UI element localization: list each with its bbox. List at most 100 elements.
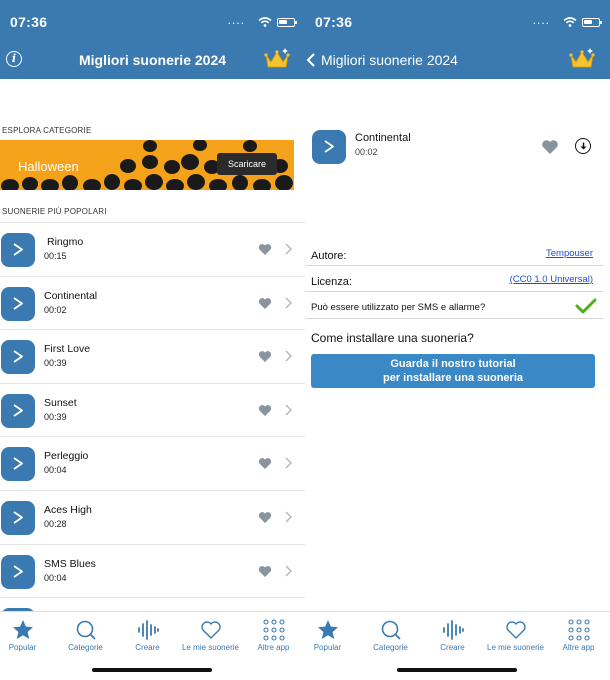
tutorial-button[interactable]: Guarda il nostro tutorial per installare… bbox=[311, 354, 595, 388]
ringtone-row[interactable]: Aces High 00:28 bbox=[0, 489, 305, 544]
tab-my-ringtones[interactable]: Le mie suonerie bbox=[180, 616, 241, 660]
ringtone-duration: 00:39 bbox=[44, 411, 67, 422]
play-button[interactable] bbox=[1, 233, 35, 267]
tab-bar: Popular Categorie Creare Le mie suonerie… bbox=[0, 611, 305, 680]
heart-icon[interactable] bbox=[258, 511, 272, 524]
ringtone-row[interactable]: Continental 00:02 bbox=[0, 275, 305, 330]
ringtone-title: Aces High bbox=[44, 503, 92, 516]
ringtone-duration: 00:15 bbox=[44, 251, 67, 261]
tab-create[interactable]: Creare bbox=[117, 616, 178, 660]
signal-dots: .... bbox=[532, 13, 550, 27]
tutorial-line-2: per installare una suoneria bbox=[383, 372, 523, 384]
tab-other-apps[interactable]: Altre app bbox=[243, 616, 304, 660]
play-button[interactable] bbox=[1, 447, 35, 482]
star-icon bbox=[12, 620, 33, 639]
ringtone-title: Ringmo bbox=[47, 236, 84, 248]
banner-title: Halloween bbox=[18, 159, 79, 174]
search-icon bbox=[76, 620, 96, 640]
checkmark-icon bbox=[575, 298, 597, 314]
heart-icon[interactable] bbox=[541, 139, 559, 155]
search-icon bbox=[381, 620, 401, 640]
tab-label: Le mie suonerie bbox=[182, 643, 239, 652]
crown-icon[interactable] bbox=[568, 46, 596, 70]
heart-icon[interactable] bbox=[258, 243, 272, 256]
tab-label: Altre app bbox=[257, 643, 290, 652]
heart-icon[interactable] bbox=[258, 404, 272, 417]
tab-create[interactable]: Creare bbox=[422, 616, 483, 660]
popular-ringtones-label: SUONERIE PIÙ POPOLARI bbox=[2, 207, 107, 216]
play-button[interactable] bbox=[1, 500, 35, 535]
play-icon bbox=[324, 140, 334, 153]
heart-icon[interactable] bbox=[258, 297, 272, 310]
ringtone-title: Continental bbox=[355, 132, 411, 144]
play-button[interactable] bbox=[1, 340, 35, 375]
author-link[interactable]: Tempouser bbox=[546, 248, 593, 259]
install-question: Come installare una suoneria? bbox=[311, 331, 474, 345]
top-bar: 07:36 .... i Migliori suonerie 2024 bbox=[0, 0, 305, 79]
ringtone-title: Continental bbox=[44, 289, 98, 302]
play-button[interactable] bbox=[1, 393, 35, 428]
home-indicator bbox=[397, 668, 517, 672]
signal-dots: .... bbox=[227, 13, 245, 27]
page-title: Migliori suonerie 2024 bbox=[78, 52, 227, 68]
battery-icon bbox=[582, 18, 602, 27]
chevron-right-icon bbox=[285, 457, 292, 469]
wifi-icon bbox=[563, 17, 577, 27]
ringtone-title: SMS Blues bbox=[44, 557, 96, 570]
page-title: Migliori suonerie 2024 bbox=[321, 52, 458, 68]
tab-label: Creare bbox=[135, 643, 160, 652]
ringtone-list: Ringmo 00:15 Continental 00:02 First Lov… bbox=[0, 222, 305, 651]
tab-other-apps[interactable]: Altre app bbox=[548, 616, 609, 660]
tab-popular[interactable]: Popular bbox=[0, 616, 53, 660]
tab-label: Popular bbox=[313, 643, 342, 652]
chevron-right-icon bbox=[285, 511, 292, 523]
status-time: 07:36 bbox=[315, 14, 353, 30]
author-label: Autore: bbox=[311, 250, 347, 262]
ringtone-row[interactable]: Ringmo 00:15 bbox=[0, 222, 305, 276]
ringtone-row[interactable]: First Love 00:39 bbox=[0, 329, 305, 383]
license-link[interactable]: (CC0 1.0 Universal) bbox=[510, 274, 593, 285]
play-icon bbox=[13, 350, 23, 363]
play-icon bbox=[13, 564, 23, 578]
ringtone-row[interactable]: Sunset 00:39 bbox=[0, 382, 305, 437]
play-button[interactable] bbox=[1, 286, 35, 321]
ringtone-row[interactable]: SMS Blues 00:04 bbox=[0, 543, 305, 598]
wifi-icon bbox=[258, 17, 272, 27]
play-icon bbox=[13, 511, 23, 524]
explore-categories-label: ESPLORA CATEGORIE bbox=[2, 126, 92, 135]
ringtone-title: Perleggio bbox=[44, 450, 89, 463]
tab-categories[interactable]: Categorie bbox=[55, 616, 116, 660]
download-icon[interactable] bbox=[575, 138, 591, 154]
grid-dots-icon bbox=[567, 619, 590, 641]
halloween-banner[interactable]: Halloween Scaricare bbox=[0, 140, 294, 190]
battery-icon bbox=[277, 18, 297, 27]
tab-label: Le mie suonerie bbox=[487, 643, 544, 652]
chevron-right-icon bbox=[285, 565, 292, 577]
ringtone-row[interactable]: Perleggio 00:04 bbox=[0, 436, 305, 490]
license-row: Licenza: (CC0 1.0 Universal) bbox=[305, 266, 603, 292]
tab-popular[interactable]: Popular bbox=[305, 616, 358, 660]
ringtone-title: First Love bbox=[44, 343, 91, 356]
tab-categories[interactable]: Categorie bbox=[360, 616, 421, 660]
top-bar: 07:36 .... Migliori suonerie 2024 bbox=[305, 0, 610, 79]
chevron-right-icon bbox=[285, 404, 292, 416]
ringtone-duration: 00:39 bbox=[44, 358, 67, 369]
tab-my-ringtones[interactable]: Le mie suonerie bbox=[485, 616, 546, 660]
tutorial-line-1: Guarda il nostro tutorial bbox=[390, 358, 516, 370]
play-icon bbox=[13, 296, 23, 310]
play-icon bbox=[13, 243, 23, 256]
home-indicator bbox=[92, 668, 212, 672]
heart-icon[interactable] bbox=[258, 350, 272, 363]
popular-screen: 07:36 .... i Migliori suonerie 2024 ESPL… bbox=[0, 0, 305, 680]
chevron-left-icon[interactable] bbox=[305, 52, 319, 68]
tab-bar: Popular Categorie Creare Le mie suonerie… bbox=[305, 611, 610, 680]
tab-label: Categorie bbox=[68, 643, 103, 652]
play-button[interactable] bbox=[1, 554, 35, 589]
heart-icon[interactable] bbox=[258, 565, 272, 578]
waveform-icon bbox=[137, 620, 159, 640]
star-icon bbox=[317, 620, 338, 639]
heart-icon[interactable] bbox=[258, 457, 272, 470]
download-button[interactable]: Scaricare bbox=[217, 153, 277, 175]
crown-icon[interactable] bbox=[263, 46, 291, 70]
play-button[interactable] bbox=[312, 130, 346, 164]
